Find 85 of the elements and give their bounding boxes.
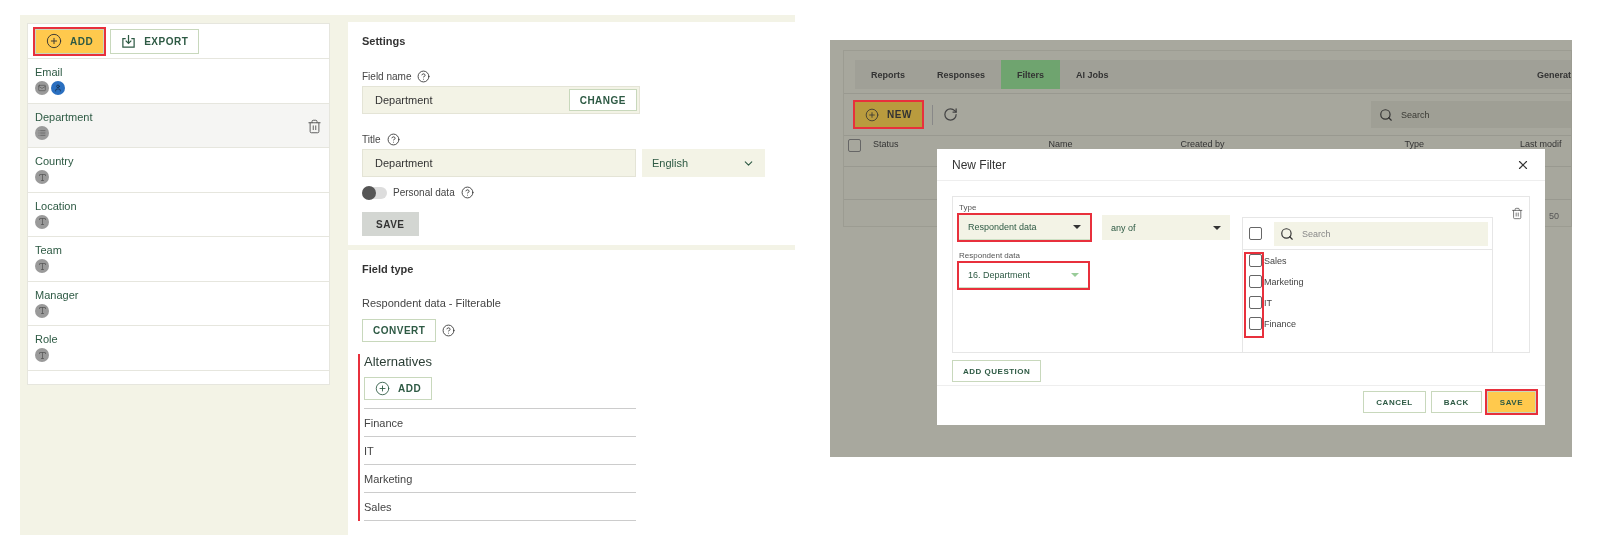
column-header: Type: [1404, 139, 1425, 149]
text-icon: [35, 170, 49, 184]
help-icon[interactable]: [386, 133, 400, 146]
field-name: Role: [35, 333, 58, 345]
field-label: Field name: [362, 71, 412, 82]
list-icon: [35, 125, 49, 140]
dialog-title: New Filter: [952, 157, 1006, 172]
plus-icon: [865, 107, 879, 122]
field-name: Country: [35, 155, 74, 167]
personal-data-toggle[interactable]: [362, 186, 387, 199]
add-alternative-button[interactable]: ADD: [364, 377, 433, 400]
caret-icon: [1213, 225, 1221, 230]
field-label: Title: [362, 134, 381, 145]
field-name-input[interactable]: Department CHANGE: [362, 86, 640, 114]
download-icon: [121, 33, 137, 49]
checkbox[interactable]: [1249, 296, 1262, 309]
checkbox-label: Finance: [1264, 318, 1297, 329]
add-button[interactable]: ADD: [35, 28, 105, 54]
text-icon: [35, 348, 49, 362]
checkbox[interactable]: [1249, 254, 1262, 267]
field-list-item[interactable]: Department: [28, 103, 329, 148]
convert-button[interactable]: CONVERT: [362, 319, 437, 342]
table-cell: 50: [1549, 211, 1559, 221]
export-button[interactable]: EXPORT: [110, 28, 200, 54]
search-icon: [1379, 107, 1393, 122]
tab[interactable]: Reports: [855, 60, 921, 89]
alternative-item: Sales: [364, 492, 636, 520]
search-field[interactable]: Search: [1371, 101, 1571, 128]
alternatives-heading: Alternatives: [364, 354, 433, 369]
checkbox[interactable]: [848, 139, 861, 152]
help-icon[interactable]: [460, 186, 474, 199]
person-icon: [51, 81, 65, 95]
text-icon: [35, 303, 49, 318]
envelope-icon: [35, 81, 49, 95]
field-name: Email: [35, 66, 64, 78]
checkbox[interactable]: [1249, 275, 1262, 288]
alternative-item: Marketing: [364, 464, 636, 492]
dialog-button[interactable]: CANCEL: [1363, 391, 1426, 413]
alternative-item: IT: [364, 436, 636, 464]
search-icon: [1280, 226, 1294, 241]
text-icon: [35, 214, 49, 229]
tab[interactable]: AI Jobs: [1060, 60, 1125, 89]
tab[interactable]: Responses: [921, 60, 1002, 89]
column-header: Last modif: [1520, 139, 1562, 149]
change-button[interactable]: CHANGE: [568, 89, 637, 111]
new-button[interactable]: NEW: [855, 102, 922, 127]
column-header: Created by: [1180, 139, 1225, 149]
field-label: Type: [959, 203, 978, 212]
checkbox-label: IT: [1264, 297, 1272, 308]
select-all-checkbox[interactable]: [1249, 227, 1262, 240]
plus-icon: [46, 33, 62, 49]
field-name: Location: [35, 199, 77, 212]
field-type-heading: Field type: [362, 263, 415, 275]
language-select[interactable]: English: [642, 149, 765, 177]
operator-dropdown[interactable]: any of: [1102, 215, 1230, 240]
settings-heading: Settings: [362, 35, 407, 47]
toggle-label: Personal data: [393, 187, 455, 198]
plus-icon: [375, 381, 390, 396]
checkbox-label: Marketing: [1264, 276, 1304, 287]
checkbox-label: Sales: [1264, 255, 1287, 266]
tab[interactable]: Filters: [1001, 60, 1061, 89]
checkbox[interactable]: [1249, 317, 1262, 330]
field-name: Team: [35, 244, 62, 256]
save-button[interactable]: SAVE: [1486, 391, 1536, 413]
tab[interactable]: Generat: [1521, 60, 1571, 89]
column-header: Name: [1048, 139, 1073, 149]
field-type-text: Respondent data - Filterable: [362, 297, 501, 309]
field-label: Respondent data: [959, 251, 1021, 260]
text-icon: [35, 259, 49, 273]
column-header: Status: [873, 139, 899, 149]
add-question-button[interactable]: ADD QUESTION: [952, 360, 1042, 382]
dialog-button[interactable]: BACK: [1430, 391, 1482, 413]
help-icon[interactable]: [417, 70, 431, 83]
refresh-icon[interactable]: [942, 107, 958, 122]
title-input[interactable]: Department: [362, 149, 636, 177]
help-icon[interactable]: [442, 324, 456, 337]
trash-icon[interactable]: [1510, 207, 1523, 220]
field-name: Department: [35, 110, 93, 123]
save-button[interactable]: SAVE: [362, 212, 419, 236]
caret-icon: [1073, 225, 1081, 229]
field-name: Manager: [35, 288, 79, 301]
type-dropdown[interactable]: Respondent data: [959, 215, 1090, 240]
caret-icon: [1071, 273, 1079, 277]
trash-icon[interactable]: [307, 118, 322, 134]
alternative-item: Finance: [364, 408, 636, 436]
